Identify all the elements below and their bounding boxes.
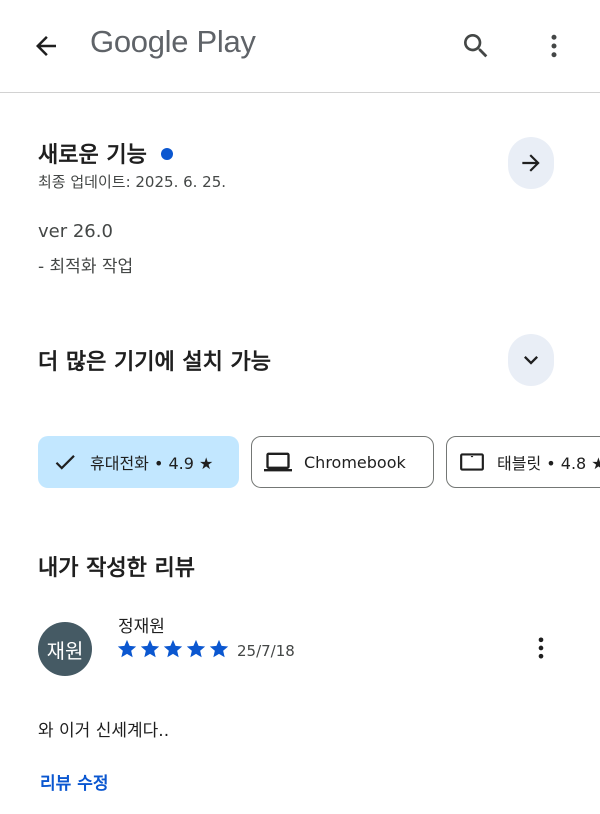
app-title: Google Play: [90, 24, 256, 59]
check-icon: [52, 449, 78, 475]
star-icon: [186, 639, 206, 658]
device-chip-tablet[interactable]: 태블릿 • 4.8 ★: [446, 436, 600, 488]
whats-new-title-text: 새로운 기능: [38, 143, 147, 168]
star-rating: [116, 638, 230, 660]
devices-expand-button[interactable]: [508, 334, 554, 386]
more-options-button[interactable]: [532, 22, 576, 70]
review-more-button[interactable]: [526, 628, 556, 668]
star-icon: [117, 639, 137, 658]
back-button[interactable]: [22, 24, 70, 68]
my-review-title: 내가 작성한 리뷰: [38, 556, 195, 581]
device-chip-label: Chromebook: [304, 452, 406, 472]
whats-new-arrow-button[interactable]: [508, 137, 554, 189]
chevron-down-icon: [524, 356, 538, 365]
arrow-back-icon: [36, 36, 56, 56]
edit-review-link[interactable]: 리뷰 수정: [40, 769, 108, 794]
device-chip-chromebook[interactable]: Chromebook: [251, 436, 434, 488]
review-text: 와 이거 신세계다..: [38, 721, 170, 741]
release-note-text: - 최적화 작업: [38, 257, 134, 277]
more-vert-icon: [538, 637, 544, 659]
tablet-icon: [459, 449, 485, 475]
search-icon: [464, 34, 488, 58]
device-chip-label: 태블릿 • 4.8 ★: [497, 454, 600, 473]
last-updated-text: 최종 업데이트: 2025. 6. 25.: [38, 173, 227, 191]
top-app-bar: Google Play: [0, 0, 600, 93]
avatar-text: 재원: [46, 638, 84, 663]
devices-title: 더 많은 기기에 설치 가능: [38, 350, 272, 375]
review-date: 25/7/18: [237, 642, 295, 660]
version-text: ver 26.0: [38, 221, 113, 242]
whats-new-title[interactable]: 새로운 기능: [38, 137, 173, 169]
star-icon: [163, 639, 183, 658]
avatar: 재원: [38, 622, 92, 676]
device-chip-phone[interactable]: 휴대전화 • 4.9 ★: [38, 436, 239, 488]
star-icon: [140, 639, 160, 658]
device-chip-label: 휴대전화 • 4.9 ★: [90, 454, 214, 473]
arrow-forward-icon: [522, 154, 540, 172]
new-indicator-dot: [160, 148, 173, 160]
reviewer-name: 정재원: [118, 617, 165, 637]
star-icon: [209, 639, 229, 658]
search-button[interactable]: [452, 22, 500, 70]
more-vert-icon: [551, 34, 557, 58]
laptop-icon: [264, 448, 292, 476]
